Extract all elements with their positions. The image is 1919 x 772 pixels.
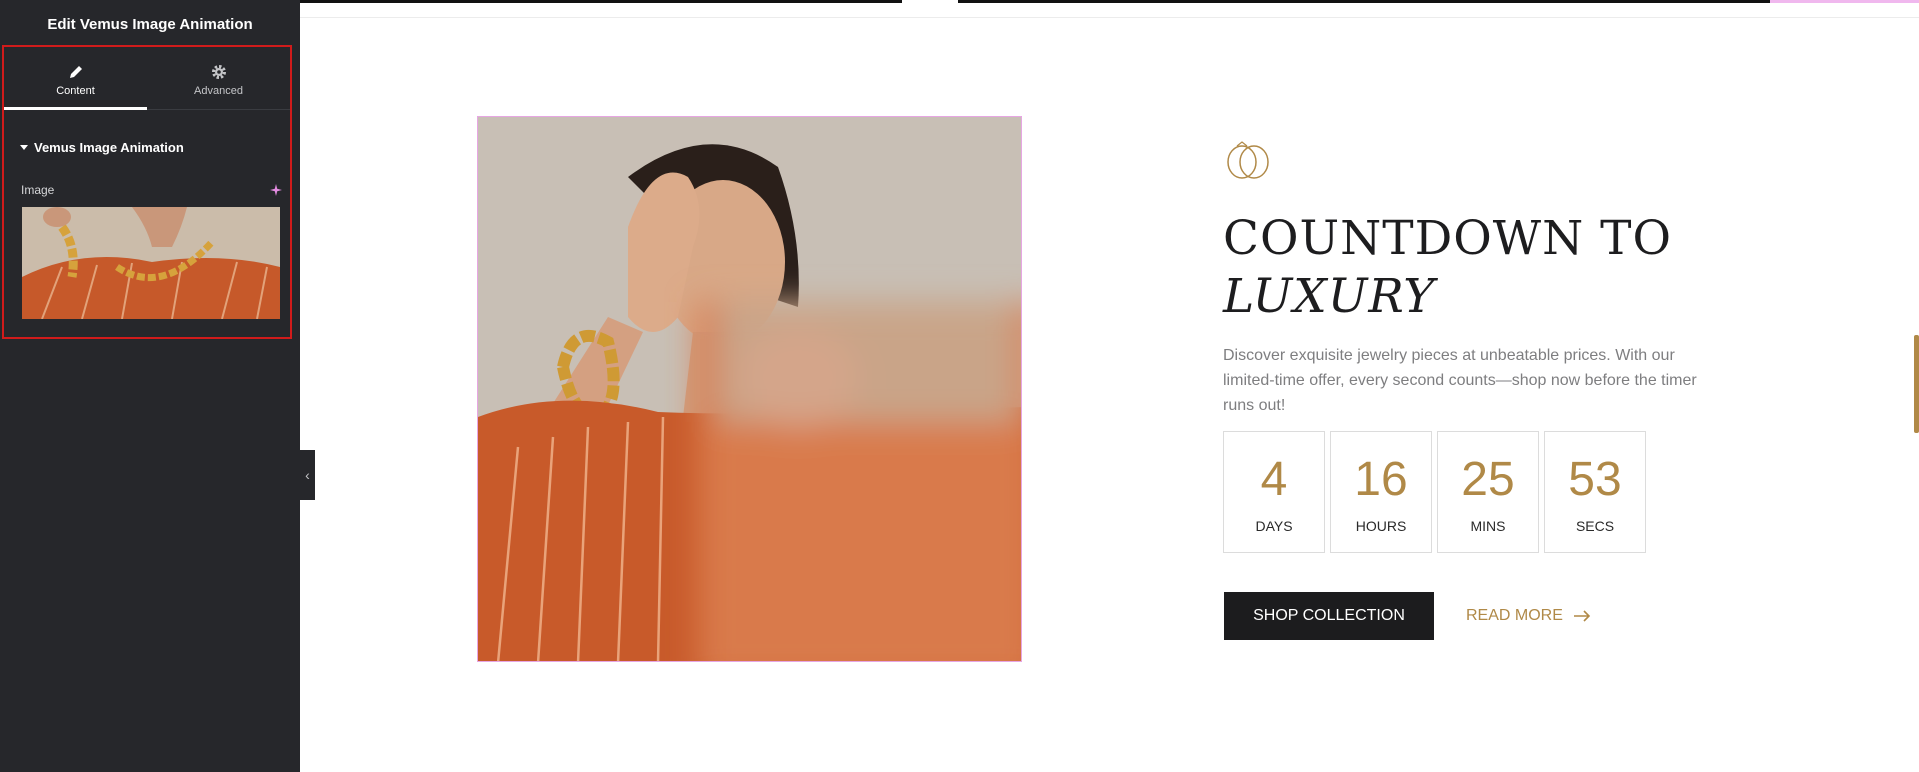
countdown-days: 4 DAYS xyxy=(1223,431,1325,553)
editor-panel: Edit Vemus Image Animation Content Advan… xyxy=(0,0,300,772)
rings-icon xyxy=(1227,141,1269,179)
hero-picture xyxy=(478,117,1021,661)
top-strip-gap xyxy=(902,0,958,3)
hero-description: Discover exquisite jewelry pieces at unb… xyxy=(1223,347,1697,414)
top-strip xyxy=(300,0,1919,3)
read-more-link[interactable]: READ MORE xyxy=(1466,592,1591,640)
thumbnail-picture xyxy=(22,207,280,319)
top-strip-highlight xyxy=(1770,0,1919,3)
countdown-mins: 25 MINS xyxy=(1437,431,1539,553)
tab-content[interactable]: Content xyxy=(4,47,147,110)
animated-hero-image[interactable] xyxy=(477,116,1022,662)
read-more-label: READ MORE xyxy=(1466,607,1563,624)
panel-collapse-button[interactable]: ‹ xyxy=(300,450,315,500)
panel-title: Edit Vemus Image Animation xyxy=(47,16,253,33)
panel-tabs: Content Advanced xyxy=(4,47,290,110)
countdown-value: 53 xyxy=(1568,453,1622,506)
countdown-value: 16 xyxy=(1354,453,1408,506)
section-toggle[interactable]: Vemus Image Animation xyxy=(20,140,184,155)
heading-line-1: COUNTDOWN TO xyxy=(1223,211,1673,266)
countdown-secs: 53 SECS xyxy=(1544,431,1646,553)
arrow-right-icon xyxy=(1573,610,1591,622)
heading-line-2: LUXURY xyxy=(1223,269,1436,324)
countdown-label: MINS xyxy=(1470,518,1506,534)
countdown-timer: 4 DAYS 16 HOURS 25 MINS 53 SECS xyxy=(1223,431,1646,553)
countdown-value: 4 xyxy=(1260,453,1288,506)
ai-sparkle-icon[interactable] xyxy=(269,183,283,197)
tab-content-label: Content xyxy=(56,85,95,97)
shop-collection-button[interactable]: SHOP COLLECTION xyxy=(1224,592,1434,640)
image-field-label: Image xyxy=(21,183,55,197)
countdown-label: SECS xyxy=(1575,518,1615,534)
section-title: Vemus Image Animation xyxy=(34,140,184,155)
hero-heading: COUNTDOWN TO LUXURY xyxy=(1223,210,1672,326)
gear-icon xyxy=(211,65,226,79)
image-thumbnail[interactable] xyxy=(22,207,280,319)
divider xyxy=(300,17,1919,18)
panel-highlight-box: Content Advanced Vemus Image Animation I… xyxy=(2,45,292,339)
countdown-label: HOURS xyxy=(1355,518,1407,534)
scroll-indicator[interactable] xyxy=(1914,335,1919,433)
countdown-label: DAYS xyxy=(1255,518,1293,534)
chevron-left-icon: ‹ xyxy=(305,467,310,483)
tab-advanced[interactable]: Advanced xyxy=(147,47,290,109)
pencil-icon xyxy=(69,66,82,78)
tab-advanced-label: Advanced xyxy=(194,85,243,97)
caret-down-icon xyxy=(20,145,28,150)
countdown-hours: 16 HOURS xyxy=(1330,431,1432,553)
countdown-value: 25 xyxy=(1461,453,1515,506)
